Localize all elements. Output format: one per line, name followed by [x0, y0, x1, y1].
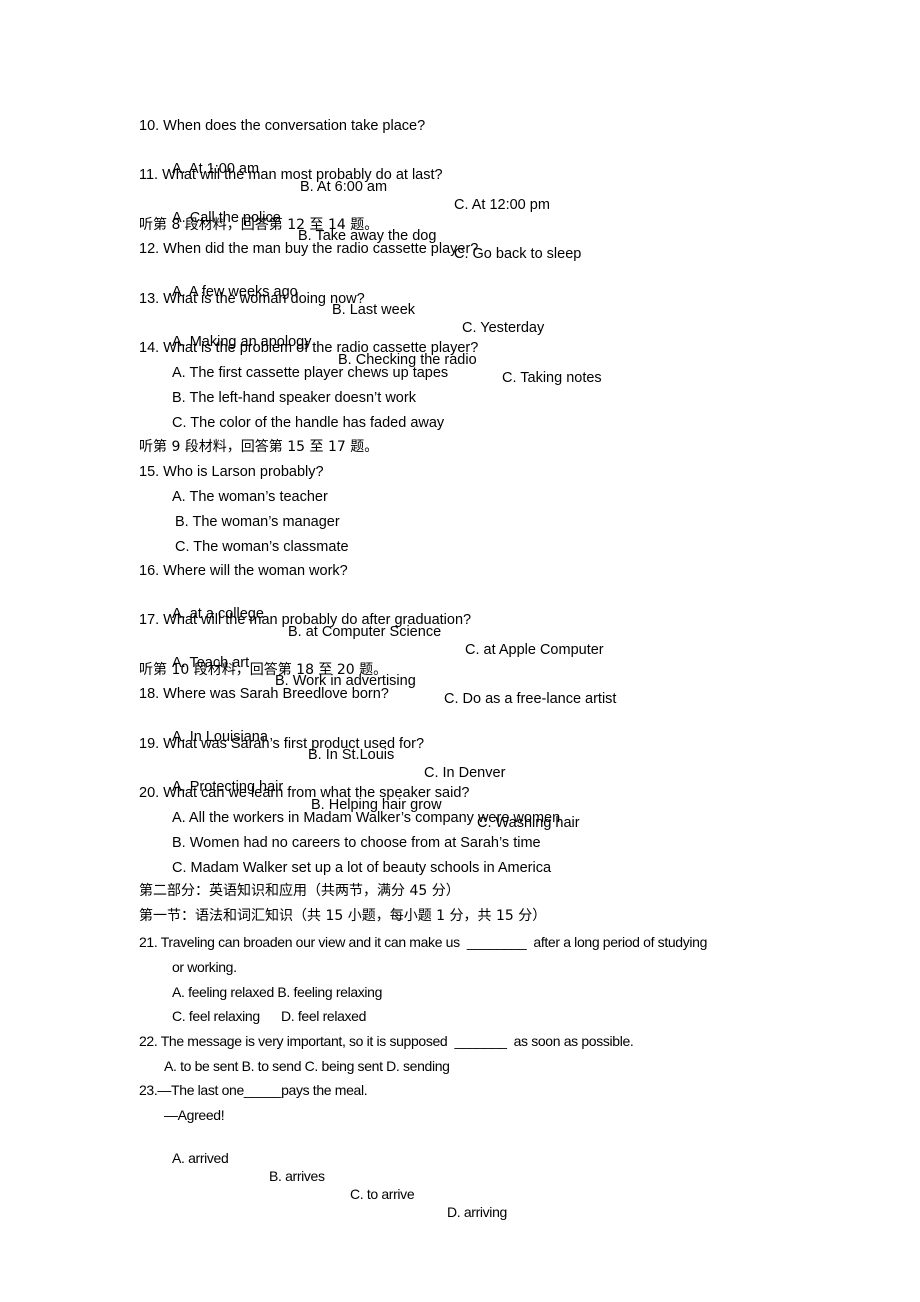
question-19-options: A. Protecting hair B. Helping hair grow …	[0, 760, 920, 831]
question-10: 10. When does the conversation take plac…	[139, 118, 426, 134]
question-23-continuation: —Agreed!	[164, 1107, 225, 1123]
question-20: 20. What can we learn from what the spea…	[139, 785, 470, 801]
question-10-options: A. At 1:00 am B. At 6:00 am C. At 12:00 …	[0, 142, 920, 213]
section-instruction: 听第 9 段材料，回答第 15 至 17 题。	[139, 439, 379, 455]
question-16: 16. Where will the woman work?	[139, 563, 348, 579]
option-c: C. to arrive	[350, 1186, 415, 1202]
question-14: 14. What is the problem of the radio cas…	[139, 340, 479, 356]
question-18: 18. Where was Sarah Breedlove born?	[139, 686, 389, 702]
question-16-options: A. at a college B. at Computer Science C…	[0, 587, 920, 658]
option-a: A. The first cassette player chews up ta…	[172, 365, 449, 381]
question-22: 22. The message is very important, so it…	[139, 1033, 634, 1049]
question-17-options: A. Teach art B. Work in advertising C. D…	[0, 636, 920, 707]
option-a: A. All the workers in Madam Walker’s com…	[172, 810, 561, 826]
section-heading: 第一节：语法和词汇知识（共 15 小题，每小题 1 分，共 15 分）	[139, 908, 547, 924]
question-18-options: A. In Louisiana B. In St.Louis C. In Den…	[0, 710, 920, 781]
question-12: 12. When did the man buy the radio casse…	[139, 241, 479, 257]
option-b: B. The left-hand speaker doesn’t work	[172, 390, 416, 406]
option-b: B. Women had no careers to choose from a…	[172, 835, 541, 851]
option-d: D. arriving	[447, 1204, 507, 1220]
option-c: C. Do as a free-lance artist	[444, 691, 617, 707]
question-21: 21. Traveling can broaden our view and i…	[139, 934, 708, 950]
option-c: C. The color of the handle has faded awa…	[172, 415, 445, 431]
question-11: 11. What will the man most probably do a…	[139, 167, 443, 183]
option-a: A. The woman’s teacher	[172, 489, 328, 505]
question-15: 15. Who is Larson probably?	[139, 464, 324, 480]
question-11-options: A. Call the police B. Take away the dog …	[0, 191, 920, 262]
option-c: C. The woman’s classmate	[175, 539, 349, 555]
question-13-options: A. Making an apology B. Checking the rad…	[0, 315, 920, 386]
section-instruction: 听第 8 段材料，回答第 12 至 14 题。	[139, 217, 379, 233]
document-page: 10. When does the conversation take plac…	[0, 0, 920, 1302]
option-b: B. The woman’s manager	[175, 514, 340, 530]
question-23-options: A. arrived B. arrives C. to arrive D. ar…	[0, 1131, 920, 1220]
question-23: 23.—The last one_____pays the meal.	[139, 1082, 368, 1098]
option-line: A. feeling relaxed B. feeling relaxing	[172, 984, 383, 1000]
option-b: B. arrives	[269, 1168, 325, 1184]
option-a: A. arrived	[172, 1150, 229, 1166]
section-instruction: 听第 10 段材料，回答第 18 至 20 题。	[139, 662, 388, 678]
question-17: 17. What will the man probably do after …	[139, 612, 472, 628]
option-line: A. to be sent B. to send C. being sent D…	[164, 1058, 450, 1074]
option-line: C. feel relaxing D. feel relaxed	[172, 1008, 367, 1024]
question-21-continuation: or working.	[172, 959, 237, 975]
option-c: C. Taking notes	[502, 370, 602, 386]
option-c: C. Madam Walker set up a lot of beauty s…	[172, 860, 552, 876]
question-12-options: A. A few weeks ago B. Last week C. Yeste…	[0, 265, 920, 336]
part-heading: 第二部分：英语知识和应用（共两节，满分 45 分）	[139, 883, 460, 899]
question-13: 13. What is the woman doing now?	[139, 291, 365, 307]
question-19: 19. What was Sarah’s first product used …	[139, 736, 425, 752]
